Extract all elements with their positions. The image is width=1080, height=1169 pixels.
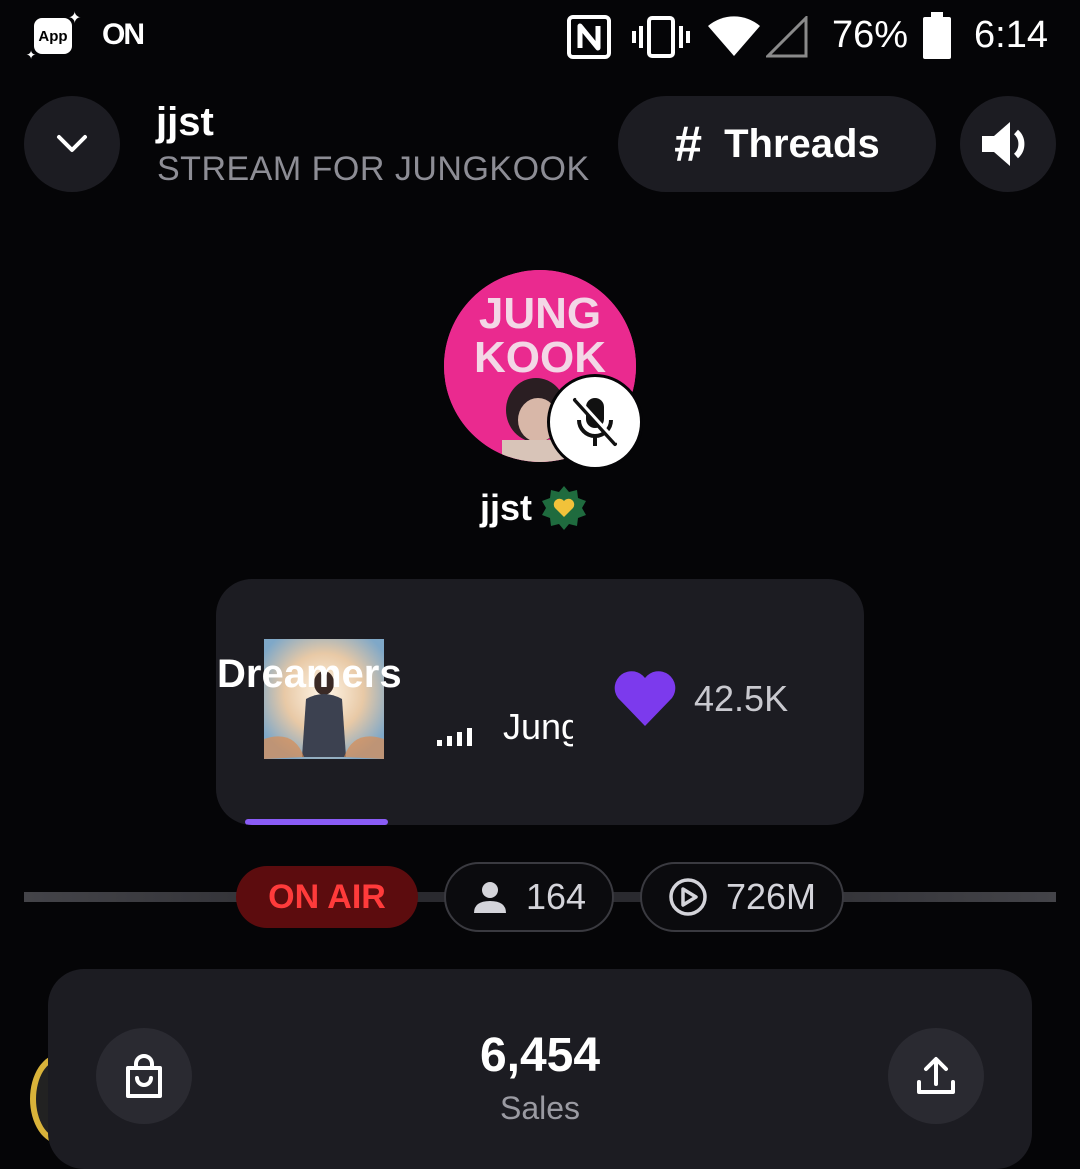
sparkle-icon: ✦ (68, 10, 82, 27)
clock: 6:14 (974, 14, 1048, 56)
room-subtitle: STREAM FOR JUNGKOOK (157, 150, 590, 188)
track-title-marquee: Dreamers (217, 652, 573, 702)
on-notification-icon: ON (102, 18, 145, 51)
track-artist-marquee: Jung Kook (503, 706, 573, 752)
battery-icon (923, 12, 951, 59)
share-upload-icon (917, 1057, 955, 1094)
threads-button[interactable]: # Threads (618, 96, 936, 192)
volume-button[interactable] (960, 96, 1056, 192)
listeners-pill[interactable]: 164 (444, 862, 614, 932)
room-title: jjst (156, 100, 214, 144)
on-air-badge: ON AIR (236, 866, 418, 928)
threads-label: Threads (724, 121, 880, 166)
track-title: Dreamers (217, 652, 402, 696)
share-button[interactable] (888, 1028, 984, 1124)
muted-badge (547, 374, 643, 470)
app-notification-icon: App (34, 18, 72, 54)
verified-heart-badge-icon (542, 486, 587, 530)
mic-off-icon (573, 396, 619, 446)
shop-button[interactable] (96, 1028, 192, 1124)
play-count: 726M (725, 876, 817, 917)
listener-count: 164 (525, 876, 587, 917)
equalizer-icon (437, 728, 472, 746)
heart-icon[interactable] (612, 668, 678, 728)
cell-signal-icon (766, 16, 808, 58)
host-name-row: jjst (480, 484, 588, 532)
shopping-bag-icon (126, 1054, 162, 1098)
nfc-icon (567, 15, 611, 59)
plays-pill[interactable]: 726M (640, 862, 844, 932)
hash-icon: # (674, 116, 703, 172)
track-artist: Jung Kook (503, 706, 573, 747)
track-progress (245, 819, 388, 825)
sparkle-icon: ✦ (26, 48, 37, 62)
sales-label: Sales (499, 1090, 581, 1126)
play-circle-icon (669, 878, 707, 916)
wifi-icon (708, 16, 760, 56)
person-icon (473, 882, 506, 913)
avatar-text-top: JUNG (479, 289, 601, 338)
battery-percent: 76% (832, 14, 909, 56)
vibrate-icon (632, 16, 690, 58)
speaker-icon (982, 122, 1025, 166)
sales-count: 6,454 (479, 1029, 601, 1082)
collapse-button[interactable] (24, 96, 120, 192)
like-count: 42.5K (694, 678, 789, 719)
host-name: jjst (480, 487, 533, 528)
status-bar: App ✦ ✦ ON 76% 6:14 (0, 0, 1080, 80)
chevron-down-icon (57, 135, 87, 152)
